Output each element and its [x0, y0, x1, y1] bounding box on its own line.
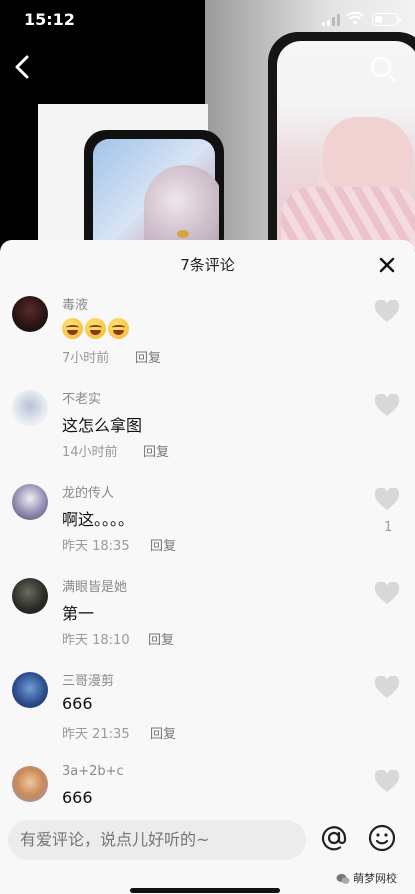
comment-item: 龙的传人 啊这。。。。 昨天 18:35 回复 1 [0, 484, 415, 578]
wechat-icon [336, 874, 350, 884]
signal-icon [322, 14, 342, 26]
avatar[interactable] [12, 578, 48, 614]
heart-icon[interactable] [374, 300, 400, 324]
comment-item: 三哥漫剪 666 昨天 21:35 回复 [0, 672, 415, 766]
reply-button[interactable]: 回复 [150, 723, 176, 742]
comment-input[interactable] [8, 820, 306, 860]
comments-title: 7条评论 [180, 256, 235, 274]
comment-time: 昨天 18:10 [62, 633, 130, 648]
comment-item: 毒液 7小时前 回复 [0, 296, 415, 390]
search-icon[interactable] [368, 54, 398, 84]
avatar[interactable] [12, 672, 48, 708]
comment-time: 7小时前 [62, 351, 110, 366]
comment-emojis [62, 318, 131, 339]
comment-text: 这怎么拿图 [62, 416, 143, 435]
reply-button[interactable]: 回复 [150, 535, 176, 554]
emoji-icon[interactable] [368, 824, 396, 852]
close-icon[interactable] [374, 252, 400, 278]
comment-author[interactable]: 满眼皆是她 [62, 576, 127, 595]
avatar[interactable] [12, 390, 48, 426]
comment-text: 666 [62, 694, 93, 713]
like-count: 1 [384, 520, 393, 535]
comment-author[interactable]: 毒液 [62, 294, 88, 313]
comment-author[interactable]: 3a+2b+c [62, 764, 124, 779]
heart-icon[interactable] [374, 770, 400, 794]
comment-time: 14小时前 [62, 445, 118, 460]
comment-text: 第一 [62, 604, 95, 623]
comment-author[interactable]: 不老实 [62, 388, 101, 407]
status-time: 15:12 [24, 10, 75, 29]
comment-item: 满眼皆是她 第一 昨天 18:10 回复 [0, 578, 415, 672]
phone-image-left [84, 130, 224, 250]
comment-text: 啊这。。。。 [62, 510, 135, 529]
comment-time: 昨天 18:35 [62, 539, 130, 554]
watermark-text: 萌梦网校 [353, 872, 397, 885]
comment-time: 昨天 21:35 [62, 727, 130, 742]
at-icon[interactable] [320, 824, 348, 852]
back-icon[interactable] [10, 52, 36, 82]
grin-emoji-icon [62, 318, 83, 339]
reply-button[interactable]: 回复 [143, 441, 169, 460]
comment-text: 666 [62, 788, 93, 807]
heart-icon[interactable] [374, 676, 400, 700]
comments-sheet: 7条评论 毒液 7小时前 回复 不老实 这怎么拿图 14小时前 回复 龙的传人 … [0, 240, 415, 894]
wifi-icon [346, 12, 364, 25]
comment-author[interactable]: 龙的传人 [62, 482, 114, 501]
avatar[interactable] [12, 766, 48, 802]
grin-emoji-icon [85, 318, 106, 339]
watermark: 萌梦网校 [336, 870, 397, 886]
reply-button[interactable]: 回复 [148, 629, 174, 648]
heart-icon[interactable] [374, 394, 400, 418]
avatar[interactable] [12, 484, 48, 520]
heart-icon[interactable] [374, 582, 400, 606]
comment-author[interactable]: 三哥漫剪 [62, 670, 114, 689]
comment-item: 不老实 这怎么拿图 14小时前 回复 [0, 390, 415, 484]
home-indicator [130, 888, 280, 893]
battery-icon [372, 13, 401, 26]
heart-icon[interactable] [374, 488, 400, 512]
status-bar: 15:12 [0, 0, 415, 40]
avatar[interactable] [12, 296, 48, 332]
grin-emoji-icon [108, 318, 129, 339]
reply-button[interactable]: 回复 [135, 347, 161, 366]
